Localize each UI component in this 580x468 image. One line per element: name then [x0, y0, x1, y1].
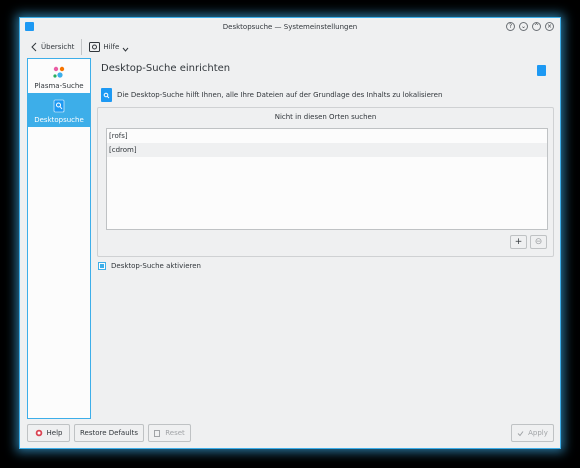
page-title: Desktop-Suche einrichten [101, 63, 231, 74]
app-icon [25, 22, 34, 31]
enable-desktop-search-checkbox[interactable] [98, 262, 106, 270]
sidebar-item-label: Desktopsuche [34, 116, 84, 124]
close-button[interactable]: × [545, 22, 554, 31]
button-bar: Help Restore Defaults Reset Apply [20, 422, 560, 444]
info-row: Die Desktop-Suche hilft Ihnen, alle Ihre… [101, 88, 442, 102]
title-bar[interactable]: Desktopsuche — Systemeinstellungen ? ⌄ ^… [20, 18, 560, 36]
toolbar-separator [81, 39, 83, 55]
list-item[interactable]: [rofs] [107, 129, 547, 143]
document-icon [537, 65, 546, 76]
help-menu-label: Hilfe [103, 43, 120, 51]
remove-folder-button[interactable]: ⊖ [530, 235, 547, 249]
help-window-button[interactable]: ? [506, 22, 515, 31]
exclude-folders-group: Nicht in diesen Orten suchen [rofs] [cdr… [97, 107, 554, 257]
window-controls: ? ⌄ ^ × [506, 22, 554, 31]
restore-defaults-label: Restore Defaults [79, 429, 138, 437]
chevron-down-icon [122, 47, 129, 52]
desktop-search-large-icon [101, 88, 112, 102]
desktop-search-icon [53, 99, 65, 113]
window-title: Desktopsuche — Systemeinstellungen [222, 23, 358, 31]
info-text: Die Desktop-Suche hilft Ihnen, alle Ihre… [117, 91, 443, 99]
enable-desktop-search-label: Desktop-Suche aktivieren [111, 262, 201, 270]
main-panel: Desktop-Suche einrichten Die Desktop-Suc… [97, 58, 554, 419]
sidebar-item-desktop-search[interactable]: Desktopsuche [28, 93, 90, 127]
plasma-search-icon [53, 66, 65, 78]
help-button[interactable]: Help [27, 424, 70, 442]
category-sidebar: Plasma-Suche Desktopsuche [27, 58, 91, 419]
overview-button[interactable]: Übersicht [26, 38, 78, 56]
help-lifebuoy-icon [89, 42, 101, 52]
back-arrow-icon [31, 42, 37, 52]
maximize-button[interactable]: ^ [532, 22, 541, 31]
apply-button[interactable]: Apply [511, 424, 554, 442]
excluded-folders-list[interactable]: [rofs] [cdrom] [106, 128, 548, 230]
apply-button-label: Apply [528, 429, 548, 437]
reset-button-label: Reset [165, 429, 185, 437]
minimize-button[interactable]: ⌄ [519, 22, 528, 31]
restore-defaults-button[interactable]: Restore Defaults [74, 424, 144, 442]
enable-desktop-search-row: Desktop-Suche aktivieren [98, 262, 201, 270]
help-menu-button[interactable]: Hilfe [85, 38, 133, 56]
overview-label: Übersicht [41, 43, 75, 51]
help-button-label: Help [46, 429, 63, 437]
checkbox-checked-mark [100, 264, 104, 268]
lifebuoy-icon [35, 429, 42, 437]
sidebar-item-label: Plasma-Suche [34, 82, 84, 90]
reset-button[interactable]: Reset [148, 424, 191, 442]
settings-window: Desktopsuche — Systemeinstellungen ? ⌄ ^… [19, 17, 561, 449]
sidebar-item-plasma-search[interactable]: Plasma-Suche [28, 59, 90, 93]
group-title: Nicht in diesen Orten suchen [274, 113, 377, 121]
add-folder-button[interactable]: + [510, 235, 527, 249]
reset-icon [154, 429, 161, 437]
checkmark-icon [517, 430, 524, 436]
list-item[interactable]: [cdrom] [107, 143, 547, 157]
toolbar: Übersicht Hilfe [20, 36, 560, 58]
